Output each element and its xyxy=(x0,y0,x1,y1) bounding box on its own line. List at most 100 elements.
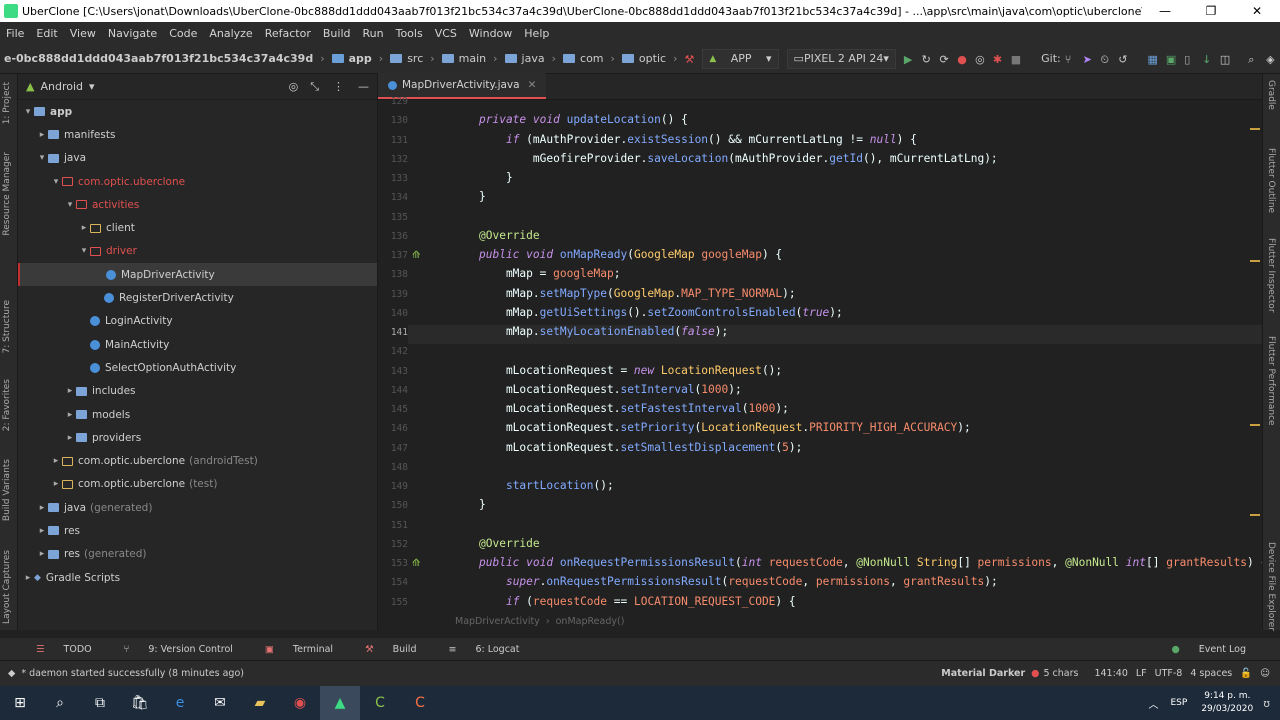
breadcrumb-src[interactable]: src xyxy=(386,52,427,65)
code-line[interactable]: @Override xyxy=(479,537,540,550)
left-tool-resource-manager[interactable]: Resource Manager xyxy=(2,152,12,236)
chevron-down-icon[interactable]: ▾ xyxy=(78,246,90,256)
menu-tools[interactable]: Tools xyxy=(390,27,429,40)
code-line[interactable]: mMap = googleMap; xyxy=(479,267,621,280)
menu-vcs[interactable]: VCS xyxy=(429,27,463,40)
git-update-icon[interactable]: ⑂ xyxy=(1065,53,1075,66)
debug-icon[interactable]: ● xyxy=(957,53,967,66)
menu-refactor[interactable]: Refactor xyxy=(259,27,317,40)
left-tool-build-variants[interactable]: Build Variants xyxy=(2,459,12,521)
hammer-icon[interactable]: ⚒ xyxy=(684,53,694,66)
tree-item[interactable]: ▸ models xyxy=(18,403,377,426)
override-icon[interactable]: ⟰ xyxy=(412,250,420,261)
menu-build[interactable]: Build xyxy=(317,27,357,40)
version-control-tool-button[interactable]: ⑂ 9: Version Control xyxy=(108,644,249,655)
code-line[interactable]: startLocation(); xyxy=(479,479,614,492)
plugin-icon[interactable]: ◈ xyxy=(1266,53,1276,66)
right-tool-gradle[interactable]: Gradle xyxy=(1266,80,1276,110)
stop-icon[interactable]: ■ xyxy=(1011,53,1021,66)
code-line[interactable]: mMap.getUiSettings().setZoomControlsEnab… xyxy=(479,306,843,319)
tree-item[interactable]: ▾ java xyxy=(18,147,377,170)
tree-item[interactable]: ▸ includes xyxy=(18,380,377,403)
menu-analyze[interactable]: Analyze xyxy=(203,27,258,40)
search-icon[interactable]: ⌕ xyxy=(40,686,80,720)
caret-position[interactable]: 141:40 xyxy=(1094,668,1127,679)
indent-setting[interactable]: 4 spaces xyxy=(1190,668,1232,679)
chevron-right-icon[interactable]: ▸ xyxy=(78,223,90,233)
tree-item[interactable]: ▾ com.optic.uberclone xyxy=(18,170,377,193)
breadcrumb-main[interactable]: main xyxy=(438,52,490,65)
code-line[interactable]: mLocationRequest.setFastestInterval(1000… xyxy=(479,402,789,415)
code-line[interactable]: mLocationRequest.setSmallestDisplacement… xyxy=(479,441,802,454)
inspector-icon[interactable]: ☺ xyxy=(1260,668,1270,679)
git-push-icon[interactable]: ➤ xyxy=(1083,53,1093,66)
layout-inspector-icon[interactable]: ◫ xyxy=(1220,53,1230,66)
tree-item[interactable]: ▸ res xyxy=(18,519,377,542)
line-separator[interactable]: LF xyxy=(1136,668,1147,679)
theme-label[interactable]: Material Darker xyxy=(941,668,1025,679)
breadcrumb-method[interactable]: onMapReady() xyxy=(556,616,625,627)
tree-item[interactable]: SelectOptionAuthActivity xyxy=(18,356,377,379)
tree-item[interactable]: ▸ com.optic.uberclone (test) xyxy=(18,473,377,496)
chevron-right-icon[interactable]: ▸ xyxy=(64,386,76,396)
menu-window[interactable]: Window xyxy=(463,27,518,40)
tree-item[interactable]: ▾ app xyxy=(18,100,377,123)
device-dropdown[interactable]: ▭ PIXEL 2 API 24 ▾ xyxy=(786,48,896,69)
tree-item[interactable]: ▸ java (generated) xyxy=(18,496,377,519)
right-tool-flutter-performance[interactable]: Flutter Performance xyxy=(1266,336,1276,426)
profile-icon[interactable]: ◎ xyxy=(975,53,985,66)
clion-icon[interactable]: C xyxy=(360,686,400,720)
chevron-right-icon[interactable]: ▸ xyxy=(36,503,48,513)
language-indicator[interactable]: ESP xyxy=(1171,698,1188,708)
terminal-tool-button[interactable]: ▣ Terminal xyxy=(249,644,349,655)
tree-item[interactable]: ▾ activities xyxy=(18,193,377,216)
clock[interactable]: 9:14 p. m. 29/03/2020 xyxy=(1201,690,1253,716)
breadcrumb-optic[interactable]: optic xyxy=(618,52,670,65)
windows-start-icon[interactable]: ⊞ xyxy=(0,686,40,720)
build-tool-button[interactable]: ⚒ Build xyxy=(349,644,432,655)
search-icon[interactable]: ⌕ xyxy=(1248,53,1258,66)
error-stripe-mark[interactable] xyxy=(1250,514,1260,516)
minimize-button[interactable]: — xyxy=(1142,4,1188,18)
left-tool-1-project[interactable]: 1: Project xyxy=(2,82,12,124)
right-tool-flutter-inspector[interactable]: Flutter Inspector xyxy=(1266,238,1276,313)
project-view-dropdown[interactable]: Android xyxy=(40,80,83,93)
run-icon[interactable]: ▶ xyxy=(904,53,914,66)
code-line[interactable]: } xyxy=(479,498,486,511)
code-line[interactable]: if (requestCode == LOCATION_REQUEST_CODE… xyxy=(479,595,796,608)
task-view-icon[interactable]: ⧉ xyxy=(80,686,120,720)
left-tool-7-structure[interactable]: 7: Structure xyxy=(2,300,12,354)
chevron-right-icon[interactable]: ▸ xyxy=(50,456,62,466)
chevron-right-icon[interactable]: ▸ xyxy=(50,479,62,489)
tree-item[interactable]: MapDriverActivity xyxy=(18,263,377,287)
error-stripe-mark[interactable] xyxy=(1250,128,1260,130)
tree-item[interactable]: RegisterDriverActivity xyxy=(18,286,377,309)
terminal-icon[interactable]: ▣ xyxy=(1166,53,1176,66)
apply-code-changes-icon[interactable]: ⟳ xyxy=(939,53,949,66)
android-studio-icon[interactable]: ▲ xyxy=(320,686,360,720)
lock-icon[interactable]: 🔓 xyxy=(1240,668,1252,679)
chevron-down-icon[interactable]: ▾ xyxy=(89,80,95,93)
breadcrumb-com[interactable]: com xyxy=(559,52,608,65)
menu-edit[interactable]: Edit xyxy=(30,27,63,40)
breadcrumb-project[interactable]: e-0bc888dd1ddd043aab7f013f21bc534c37a4c3… xyxy=(0,52,317,65)
chevron-right-icon[interactable]: ▸ xyxy=(22,573,34,583)
tree-item[interactable]: ▸ res (generated) xyxy=(18,543,377,566)
code-line[interactable]: mLocationRequest.setInterval(1000); xyxy=(479,383,742,396)
close-button[interactable]: ✕ xyxy=(1234,4,1280,18)
mail-icon[interactable]: ✉ xyxy=(200,686,240,720)
close-tab-icon[interactable]: ✕ xyxy=(528,79,537,91)
tree-item[interactable]: MainActivity xyxy=(18,333,377,356)
event-log-button[interactable]: ● Event Log xyxy=(1155,644,1262,655)
code-line[interactable]: @Override xyxy=(479,229,540,242)
code-line[interactable]: mMap.setMyLocationEnabled(false); xyxy=(479,325,728,338)
hide-panel-icon[interactable]: — xyxy=(358,80,369,93)
tree-item[interactable]: LoginActivity xyxy=(18,310,377,333)
code-line[interactable]: private void updateLocation() { xyxy=(479,113,688,126)
breadcrumb-java[interactable]: java xyxy=(501,52,549,65)
override-icon[interactable]: ⟰ xyxy=(412,558,420,569)
chevron-right-icon[interactable]: ▸ xyxy=(36,526,48,536)
chevron-down-icon[interactable]: ▾ xyxy=(36,153,48,163)
code-line[interactable]: mLocationRequest.setPriority(LocationReq… xyxy=(479,421,971,434)
code-line[interactable]: } xyxy=(479,171,513,184)
